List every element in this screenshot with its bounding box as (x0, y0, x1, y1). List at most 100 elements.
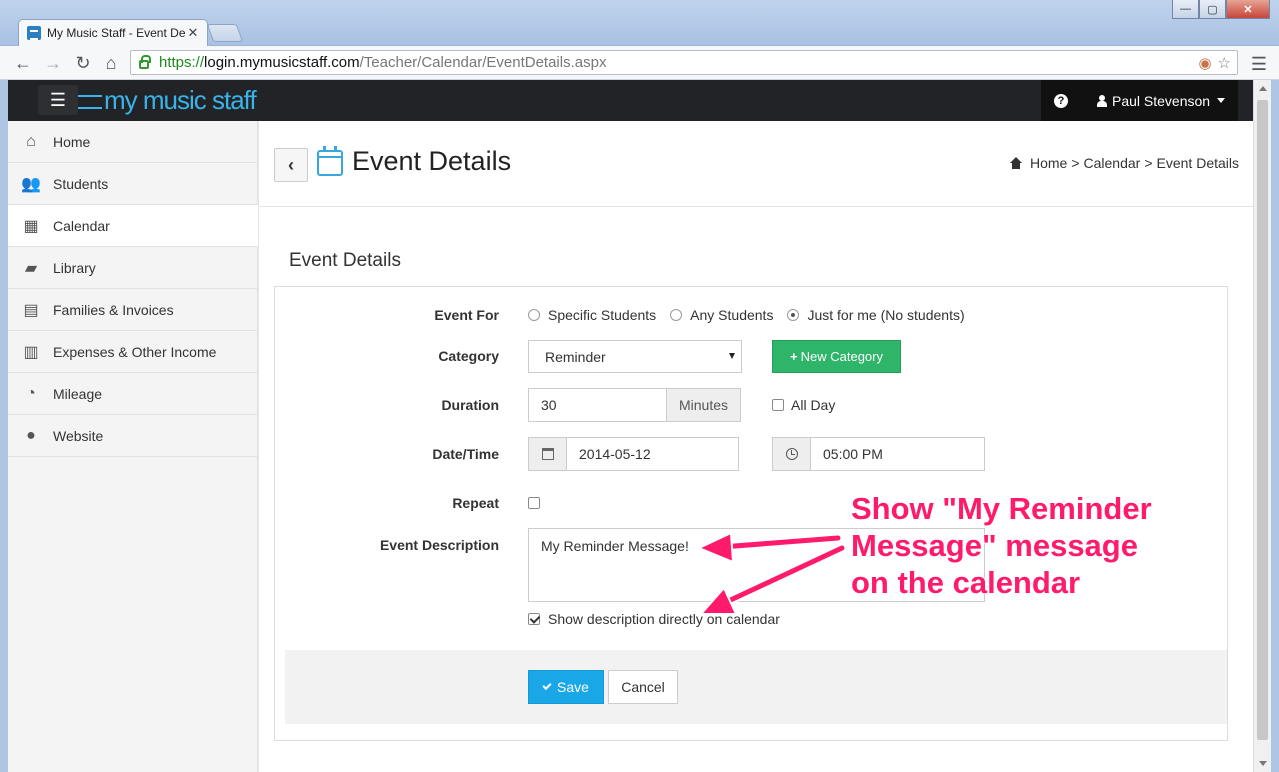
duration-label: Duration (441, 397, 499, 413)
browser-menu-icon[interactable]: ☰ (1251, 54, 1267, 75)
lock-icon (139, 55, 151, 69)
browser-tab[interactable]: My Music Staff - Event De ✕ (18, 19, 208, 46)
calendar-icon: ▦ (23, 217, 39, 235)
category-select[interactable]: Reminder (528, 340, 742, 373)
event-for-radio-group: Specific Students Any Students Just for … (528, 307, 979, 323)
sidebar-item-expenses[interactable]: ▥ Expenses & Other Income (8, 331, 257, 373)
sidebar-item-mileage[interactable]: ◔ Mileage (8, 373, 257, 415)
sidebar-item-label: Library (53, 259, 96, 276)
sidebar-item-website[interactable]: ● Website (8, 415, 257, 457)
breadcrumb-separator: > (1144, 155, 1153, 171)
datetime-label: Date/Time (432, 446, 499, 462)
extension-icon[interactable]: ◉ (1198, 54, 1211, 72)
home-button-icon[interactable]: ⌂ (100, 52, 122, 74)
cancel-button[interactable]: Cancel (608, 670, 678, 704)
annotation-line: on the calendar (850, 564, 1081, 600)
breadcrumb-current: Event Details (1156, 155, 1239, 171)
page-header: ‹ Event Details Home > Calendar > Event … (259, 121, 1253, 207)
logo-lines-icon (78, 95, 102, 110)
category-value: Reminder (545, 348, 606, 365)
dropdown-arrow-icon (729, 353, 735, 359)
window-frame-right (1271, 80, 1279, 772)
globe-icon: ● (26, 426, 36, 444)
section-title: Event Details (289, 250, 401, 271)
breadcrumb-calendar[interactable]: Calendar (1084, 155, 1141, 171)
breadcrumb-home[interactable]: Home (1030, 155, 1067, 171)
repeat-checkbox[interactable] (528, 497, 540, 509)
breadcrumb: Home > Calendar > Event Details (1009, 155, 1239, 171)
scroll-up-icon[interactable] (1259, 86, 1267, 91)
home-icon (1009, 157, 1023, 169)
home-icon: ⌂ (26, 132, 36, 150)
new-tab-button[interactable] (206, 24, 244, 42)
sidebar-item-label: Expenses & Other Income (53, 343, 217, 360)
duration-unit-addon: Minutes (666, 388, 741, 422)
address-bar[interactable]: https:// login.mymusicstaff.com /Teacher… (130, 50, 1238, 75)
radio-label: Just for me (No students) (807, 307, 965, 323)
url-scheme: https:// (159, 54, 205, 71)
show-description-label: Show description directly on calendar (548, 611, 780, 627)
sidebar-item-library[interactable]: ▰ Library (8, 247, 257, 289)
bookmark-star-icon[interactable]: ☆ (1218, 54, 1231, 72)
minimize-button[interactable]: — (1172, 0, 1199, 19)
tab-title: My Music Staff - Event De (47, 26, 185, 40)
tab-close-icon[interactable]: ✕ (185, 25, 201, 41)
dashboard-icon: ◔ (26, 384, 36, 402)
maximize-button[interactable]: ▢ (1199, 0, 1226, 19)
hamburger-menu-icon[interactable]: ☰ (38, 85, 78, 115)
scroll-down-icon[interactable] (1259, 761, 1267, 766)
page-scrollbar[interactable] (1253, 80, 1271, 772)
site-favicon-icon (27, 26, 41, 40)
book-icon: ▰ (24, 259, 38, 277)
back-button[interactable]: ‹ (274, 148, 308, 182)
annotation-line: Show "My Reminder (850, 490, 1152, 526)
time-addon[interactable] (772, 437, 811, 471)
category-label: Category (438, 348, 499, 364)
new-category-button[interactable]: + New Category (772, 340, 901, 373)
show-description-checkbox[interactable] (528, 613, 540, 625)
scrollbar-thumb[interactable] (1257, 100, 1268, 740)
sidebar-item-families-invoices[interactable]: ▤ Families & Invoices (8, 289, 257, 331)
sidebar: ⌂ Home 👥 Students ▦ Calendar ▰ Library ▤… (8, 121, 258, 772)
browser-toolbar: ← → ↻ ⌂ https:// login.mymusicstaff.com … (0, 46, 1279, 80)
plus-icon: + (790, 349, 798, 364)
radio-just-for-me[interactable] (787, 309, 800, 321)
main-content: ‹ Event Details Home > Calendar > Event … (259, 121, 1253, 772)
save-button[interactable]: Save (528, 670, 604, 704)
new-category-label: New Category (800, 349, 883, 364)
browser-titlebar: My Music Staff - Event De ✕ — ▢ ✕ (0, 0, 1279, 46)
all-day-checkbox[interactable] (772, 399, 784, 411)
time-input[interactable]: 05:00 PM (810, 437, 985, 471)
brand-logo[interactable]: my music staff (78, 85, 257, 116)
brand-text: my music staff (104, 85, 257, 115)
duration-input[interactable]: 30 (528, 388, 667, 422)
radio-specific-students[interactable] (528, 309, 540, 321)
radio-any-students[interactable] (670, 309, 683, 321)
save-label: Save (557, 679, 589, 695)
forward-arrow-icon[interactable]: → (42, 52, 64, 74)
calendar-icon (317, 146, 343, 176)
url-host: login.mymusicstaff.com (204, 54, 360, 71)
sidebar-item-label: Families & Invoices (53, 301, 174, 318)
url-path: /Teacher/Calendar/EventDetails.aspx (359, 54, 607, 71)
sidebar-item-label: Calendar (53, 217, 110, 234)
back-arrow-icon[interactable]: ← (12, 52, 34, 74)
sidebar-item-home[interactable]: ⌂ Home (8, 121, 257, 163)
date-input[interactable]: 2014-05-12 (566, 437, 739, 471)
user-icon (1097, 94, 1107, 107)
annotation-line: Message" message (850, 527, 1138, 563)
calendar-small-icon (541, 448, 554, 460)
reload-icon[interactable]: ↻ (72, 52, 94, 74)
window-close-button[interactable]: ✕ (1226, 0, 1270, 19)
all-day-label: All Day (791, 397, 836, 413)
date-addon[interactable] (528, 437, 567, 471)
sidebar-item-calendar[interactable]: ▦ Calendar (8, 205, 258, 247)
sidebar-item-label: Home (53, 133, 91, 150)
caret-down-icon (1217, 98, 1226, 103)
sidebar-item-label: Students (53, 175, 109, 192)
sidebar-item-label: Website (53, 427, 104, 444)
radio-label: Any Students (690, 307, 774, 323)
user-menu-button[interactable]: Paul Stevenson (1081, 80, 1238, 121)
help-button[interactable]: ? (1041, 80, 1081, 121)
sidebar-item-students[interactable]: 👥 Students (8, 163, 257, 205)
